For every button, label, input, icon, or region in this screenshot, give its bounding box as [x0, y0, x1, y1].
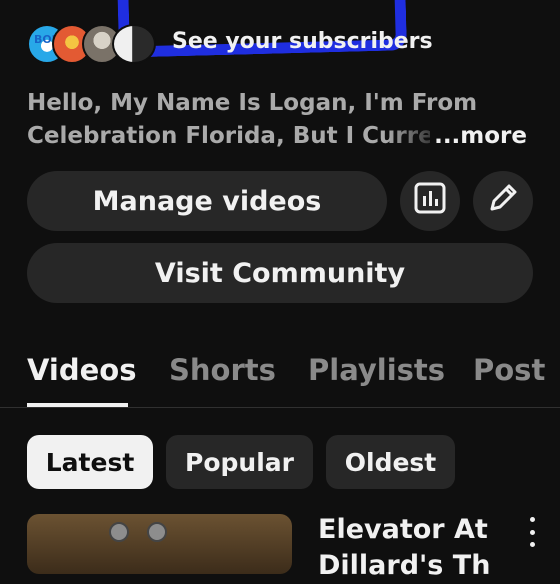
- manage-videos-label: Manage videos: [92, 185, 322, 217]
- see-subscribers-link[interactable]: See your subscribers: [172, 29, 433, 54]
- more-link[interactable]: ...more: [430, 120, 527, 153]
- bio-line: Hello, My Name Is Logan, I'm From: [27, 90, 478, 116]
- video-title[interactable]: Elevator At Dillard's Th: [318, 512, 518, 584]
- manage-videos-button[interactable]: Manage videos: [27, 171, 387, 231]
- analytics-button[interactable]: [400, 171, 460, 231]
- thumbnail-detail: [109, 522, 129, 542]
- active-tab-indicator: [27, 403, 128, 407]
- chip-label: Latest: [45, 447, 135, 477]
- thumbnail-detail: [147, 522, 167, 542]
- more-options-icon[interactable]: [524, 517, 540, 547]
- video-thumbnail[interactable]: [27, 514, 292, 574]
- edit-channel-button[interactable]: [473, 171, 533, 231]
- tab-shorts[interactable]: Shorts: [169, 353, 276, 387]
- visit-community-button[interactable]: Visit Community: [27, 243, 533, 303]
- analytics-icon: [413, 181, 447, 222]
- pencil-icon: [486, 181, 520, 222]
- tab-posts[interactable]: Post: [473, 353, 545, 387]
- chip-label: Popular: [185, 447, 294, 477]
- subscriber-avatar: [112, 24, 156, 64]
- chip-popular[interactable]: Popular: [166, 435, 313, 489]
- visit-community-label: Visit Community: [154, 257, 406, 289]
- chip-label: Oldest: [344, 447, 437, 477]
- chip-oldest[interactable]: Oldest: [326, 435, 455, 489]
- subscribers-row[interactable]: BOB See your subscribers: [27, 22, 547, 66]
- channel-tabs: Videos Shorts Playlists Post: [0, 345, 560, 408]
- tab-playlists[interactable]: Playlists: [308, 353, 445, 387]
- channel-description[interactable]: Hello, My Name Is Logan, I'm From Celebr…: [27, 87, 527, 153]
- chip-latest[interactable]: Latest: [27, 435, 153, 489]
- tab-videos[interactable]: Videos: [27, 353, 137, 387]
